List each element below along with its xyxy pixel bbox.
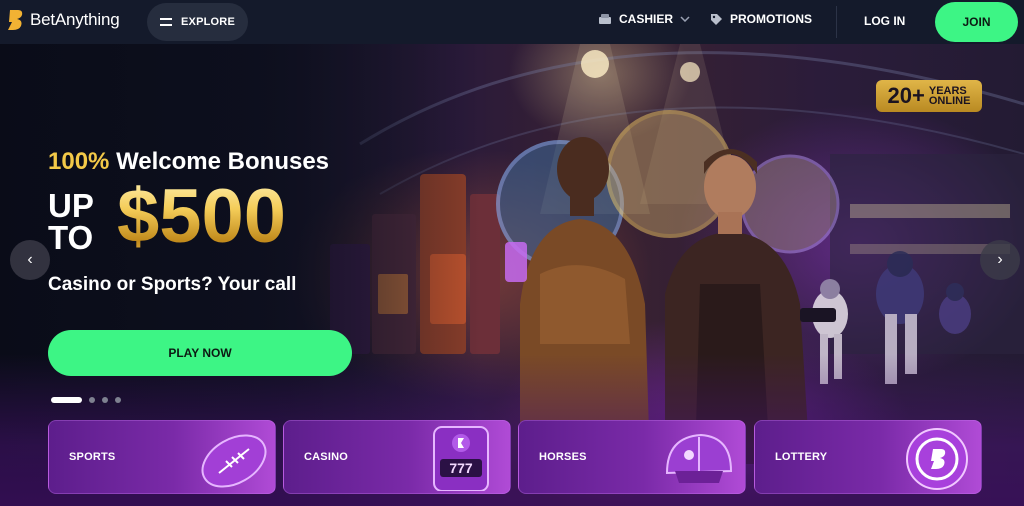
tag-icon xyxy=(711,13,722,25)
bonus-percent: 100% xyxy=(48,148,110,175)
category-card-sports[interactable]: SPORTS xyxy=(48,420,276,494)
category-label: LOTTERY xyxy=(775,451,828,463)
carousel-dot[interactable] xyxy=(89,397,95,403)
category-label: CASINO xyxy=(304,451,348,463)
football-icon xyxy=(201,434,267,488)
carousel-next-button[interactable]: › xyxy=(980,240,1020,280)
chevron-left-icon: ‹ xyxy=(27,251,33,268)
login-button[interactable]: LOG IN xyxy=(864,14,905,28)
promotions-link[interactable]: PROMOTIONS xyxy=(710,12,812,26)
cashier-menu[interactable]: CASHIER xyxy=(598,12,690,26)
carousel-dot[interactable] xyxy=(51,397,82,403)
carousel-dot[interactable] xyxy=(102,397,108,403)
years-number: 20+ xyxy=(887,83,925,108)
chevron-down-icon xyxy=(680,16,690,22)
play-now-button[interactable]: PLAY NOW xyxy=(48,330,352,376)
jockey-helmet-icon xyxy=(665,433,733,483)
carousel-dot[interactable] xyxy=(115,397,121,403)
up-to-label: UP TO xyxy=(48,189,94,256)
years-text-line2: ONLINE xyxy=(928,95,971,107)
menu-icon xyxy=(160,18,173,26)
category-card-casino[interactable]: CASINO 777 xyxy=(283,420,511,494)
explore-label: EXPLORE xyxy=(181,16,235,28)
brand-b-icon xyxy=(8,10,23,30)
bonus-amount: $500 xyxy=(117,174,287,259)
chevron-right-icon: › xyxy=(997,251,1003,268)
lottery-ball-icon xyxy=(906,428,968,490)
top-nav: BetAnything EXPLORE CASHIER PROMOTIONS L xyxy=(0,0,1024,44)
bonus-title-text: Welcome Bonuses xyxy=(116,148,330,175)
hero-tagline: Casino or Sports? Your call xyxy=(48,274,297,295)
page: BetAnything EXPLORE CASHIER PROMOTIONS L xyxy=(0,0,1024,506)
cashier-icon xyxy=(599,14,611,24)
category-cards: SPORTS CASINO 777 HORSES LOTTERY xyxy=(48,420,982,494)
explore-button[interactable]: EXPLORE xyxy=(147,3,248,41)
up-to-line2: TO xyxy=(48,219,94,256)
join-button[interactable]: JOIN xyxy=(935,2,1018,42)
years-text: YEARS ONLINE xyxy=(928,86,971,107)
category-card-horses[interactable]: HORSES xyxy=(518,420,746,494)
brand-name: BetAnything xyxy=(30,10,120,29)
years-online-badge: 20+ YEARS ONLINE xyxy=(876,80,982,112)
slot-machine-icon: 777 xyxy=(433,426,489,491)
header-divider xyxy=(836,6,837,38)
cashier-label: CASHIER xyxy=(619,12,674,26)
promotions-label: PROMOTIONS xyxy=(730,12,813,26)
carousel-dots xyxy=(51,397,121,403)
brand-logo[interactable]: BetAnything xyxy=(6,8,120,32)
category-label: HORSES xyxy=(539,451,587,463)
category-card-lottery[interactable]: LOTTERY xyxy=(754,420,982,494)
bonus-title: 100% Welcome Bonuses xyxy=(48,148,329,176)
category-label: SPORTS xyxy=(69,451,116,463)
svg-text:777: 777 xyxy=(449,460,473,476)
carousel-prev-button[interactable]: ‹ xyxy=(10,240,50,280)
